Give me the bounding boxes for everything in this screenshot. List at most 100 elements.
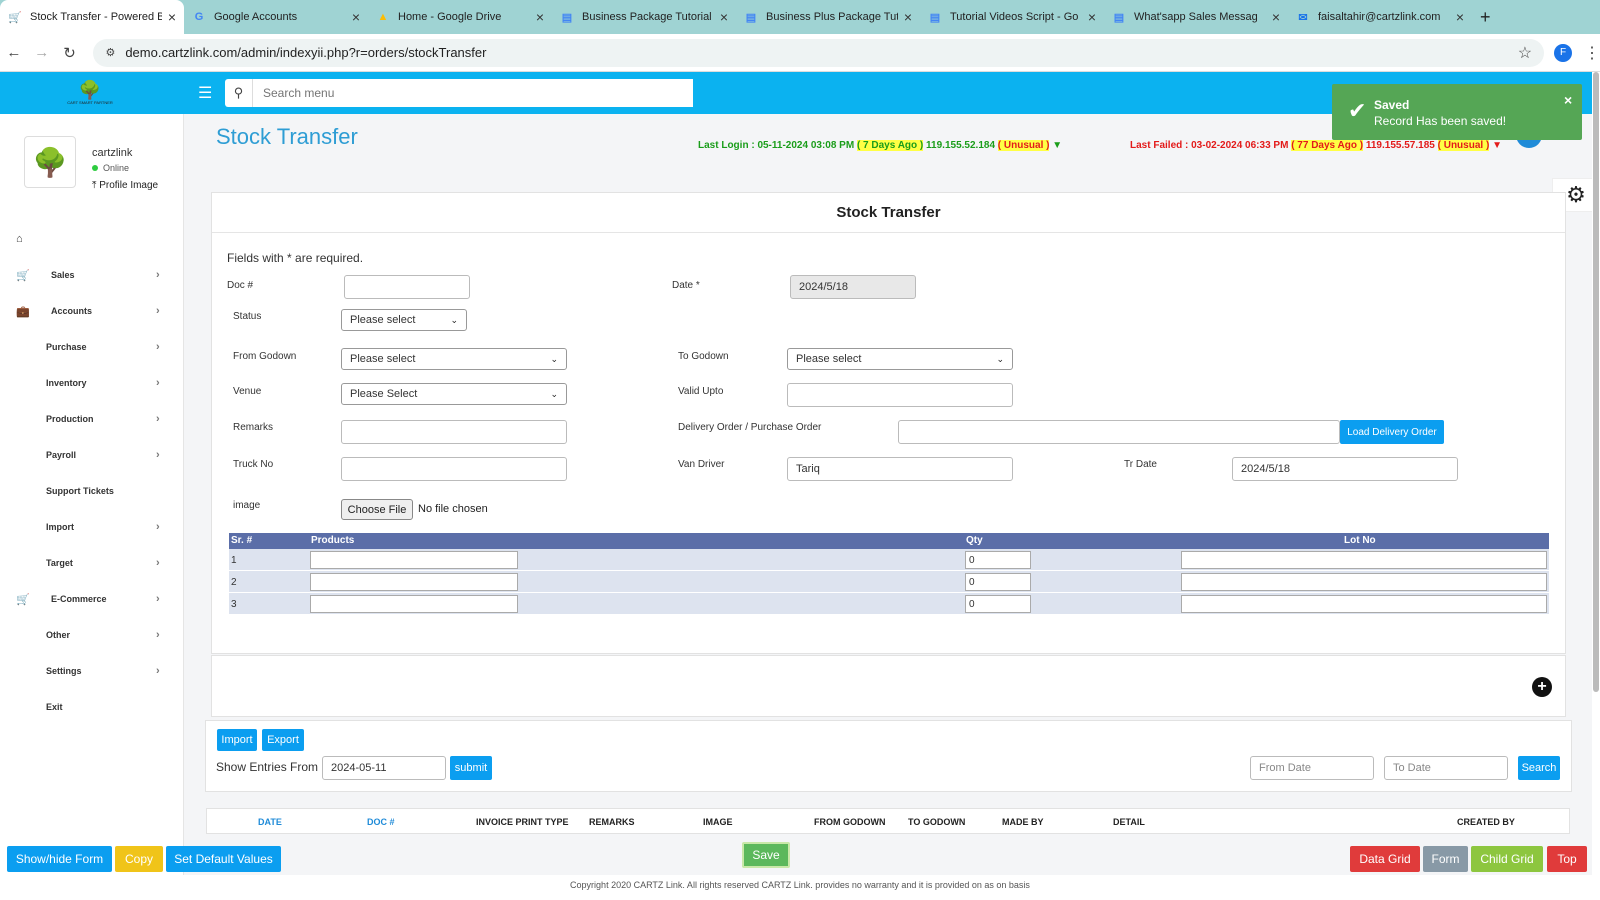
close-icon[interactable]: × xyxy=(904,9,912,25)
sidebar-item-production[interactable]: Production › xyxy=(0,408,184,430)
load-delivery-order-button[interactable]: Load Delivery Order xyxy=(1340,420,1444,444)
choose-file-button[interactable]: Choose File xyxy=(341,499,413,520)
sidebar-item-accounts[interactable]: 💼 Accounts › xyxy=(0,300,184,322)
qty-input[interactable]: 0 xyxy=(965,595,1031,613)
search-menu-input[interactable] xyxy=(253,79,693,107)
doc-input[interactable] xyxy=(344,275,470,299)
search-button[interactable]: Search xyxy=(1518,756,1560,780)
set-default-values-button[interactable]: Set Default Values xyxy=(166,846,281,872)
forward-icon[interactable]: → xyxy=(28,44,56,61)
close-icon[interactable]: × xyxy=(352,9,360,25)
column-date[interactable]: DATE xyxy=(258,817,282,827)
browser-menu-icon[interactable]: ⋮ xyxy=(1584,43,1600,63)
page-scrollbar[interactable] xyxy=(1592,72,1600,900)
remarks-textarea[interactable] xyxy=(341,420,567,444)
product-input[interactable] xyxy=(310,595,518,613)
submit-button[interactable]: submit xyxy=(450,756,492,780)
close-icon[interactable]: × xyxy=(1088,9,1096,25)
sidebar-item-target[interactable]: Target › xyxy=(0,552,184,574)
new-tab-icon[interactable]: + xyxy=(1480,7,1491,28)
tab-stock-transfer[interactable]: 🛒 Stock Transfer - Powered B × xyxy=(0,0,184,34)
site-info-icon[interactable]: ⚙ xyxy=(105,46,115,59)
app-logo[interactable]: 🌳 CART SMART PARTNER xyxy=(66,80,114,108)
close-icon[interactable]: × xyxy=(536,9,544,25)
row-number: 3 xyxy=(231,599,237,610)
sidebar-item-support-tickets[interactable]: Support Tickets xyxy=(0,480,184,502)
valid-upto-input[interactable] xyxy=(787,383,1013,407)
show-hide-form-button[interactable]: Show/hide Form xyxy=(7,846,112,872)
save-button[interactable]: Save xyxy=(742,842,790,868)
data-grid-button[interactable]: Data Grid xyxy=(1350,846,1420,872)
arrow-down-icon: ▼ xyxy=(1052,140,1063,151)
product-input[interactable] xyxy=(310,573,518,591)
van-driver-input[interactable]: Tariq xyxy=(787,457,1013,481)
date-input[interactable]: 2024/5/18 xyxy=(790,275,916,299)
tab-mail[interactable]: ✉ faisaltahir@cartzlink.com × xyxy=(1288,0,1472,34)
lot-input[interactable] xyxy=(1181,573,1547,591)
url-field[interactable]: ⚙ demo.cartzlink.com/admin/indexyii.php?… xyxy=(93,38,1545,67)
sidebar-item-label: Payroll xyxy=(46,450,77,460)
form-actions-panel xyxy=(211,655,1566,717)
search-icon[interactable]: ⚲ xyxy=(225,79,253,107)
tab-tutorial-videos[interactable]: ▤ Tutorial Videos Script - Go × xyxy=(920,0,1104,34)
form-button[interactable]: Form xyxy=(1423,846,1468,872)
lot-input[interactable] xyxy=(1181,551,1547,569)
truck-no-input[interactable] xyxy=(341,457,567,481)
tab-title: faisaltahir@cartzlink.com xyxy=(1318,11,1441,23)
product-input[interactable] xyxy=(310,551,518,569)
sidebar-item-other[interactable]: Other › xyxy=(0,624,184,646)
profile-image-link[interactable]: ⤒ Profile Image xyxy=(92,180,158,191)
sidebar-item-exit[interactable]: Exit xyxy=(0,696,184,718)
venue-select[interactable]: Please Select ⌄ xyxy=(341,383,567,405)
column-doc[interactable]: DOC # xyxy=(367,817,395,827)
sidebar-item-import[interactable]: Import › xyxy=(0,516,184,538)
to-date-input[interactable]: To Date xyxy=(1384,756,1508,780)
sidebar-item-payroll[interactable]: Payroll › xyxy=(0,444,184,466)
to-godown-label: To Godown xyxy=(678,351,729,362)
sidebar-item-home[interactable]: ⌂ xyxy=(0,228,184,250)
show-entries-date-input[interactable]: 2024-05-11 xyxy=(322,756,446,780)
from-godown-select[interactable]: Please select ⌄ xyxy=(341,348,567,370)
lot-input[interactable] xyxy=(1181,595,1547,613)
close-icon[interactable]: × xyxy=(1456,9,1464,25)
toast-message: Record Has been saved! xyxy=(1374,114,1507,128)
copy-button[interactable]: Copy xyxy=(115,846,163,872)
tab-whatsapp-sales[interactable]: ▤ What'sapp Sales Messag × xyxy=(1104,0,1288,34)
bookmark-star-icon[interactable]: ☆ xyxy=(1518,43,1532,63)
sidebar-item-sales[interactable]: 🛒 Sales › xyxy=(0,264,184,286)
profile-avatar[interactable]: F xyxy=(1554,43,1572,62)
status-select[interactable]: Please select ⌄ xyxy=(341,309,467,331)
tab-business-package[interactable]: ▤ Business Package Tutorial × xyxy=(552,0,736,34)
close-icon[interactable]: × xyxy=(1272,9,1280,25)
sidebar-item-label: Settings xyxy=(46,666,82,676)
to-godown-select[interactable]: Please select ⌄ xyxy=(787,348,1013,370)
column-remarks: REMARKS xyxy=(589,817,635,827)
sidebar-item-ecommerce[interactable]: 🛒 E-Commerce › xyxy=(0,588,184,610)
export-button[interactable]: Export xyxy=(262,729,304,751)
top-button[interactable]: Top xyxy=(1547,846,1587,872)
sidebar-item-purchase[interactable]: Purchase › xyxy=(0,336,184,358)
child-grid-button[interactable]: Child Grid xyxy=(1471,846,1543,872)
qty-input[interactable]: 0 xyxy=(965,551,1031,569)
close-icon[interactable]: × xyxy=(720,9,728,25)
qty-input[interactable]: 0 xyxy=(965,573,1031,591)
scrollbar-thumb[interactable] xyxy=(1593,72,1599,692)
tab-business-plus[interactable]: ▤ Business Plus Package Tut × xyxy=(736,0,920,34)
back-icon[interactable]: ← xyxy=(0,44,28,61)
delivery-order-input[interactable] xyxy=(898,420,1340,444)
import-button[interactable]: Import xyxy=(217,729,257,751)
sidebar-item-settings[interactable]: Settings › xyxy=(0,660,184,682)
from-date-input[interactable]: From Date xyxy=(1250,756,1374,780)
tab-google-drive[interactable]: ▲ Home - Google Drive × xyxy=(368,0,552,34)
tab-google-accounts[interactable]: G Google Accounts × xyxy=(184,0,368,34)
from-godown-label: From Godown xyxy=(233,351,297,362)
close-icon[interactable]: × xyxy=(1564,92,1572,108)
reload-icon[interactable]: ↻ xyxy=(56,44,84,62)
add-row-icon[interactable]: + xyxy=(1532,677,1552,697)
hamburger-menu-icon[interactable]: ☰ xyxy=(198,83,212,103)
close-icon[interactable]: × xyxy=(168,9,176,25)
tr-date-input[interactable]: 2024/5/18 xyxy=(1232,457,1458,481)
last-login-ago: ( 7 Days Ago ) xyxy=(856,140,924,151)
sidebar-item-inventory[interactable]: Inventory › xyxy=(0,372,184,394)
sidebar-item-label: Target xyxy=(46,558,73,568)
